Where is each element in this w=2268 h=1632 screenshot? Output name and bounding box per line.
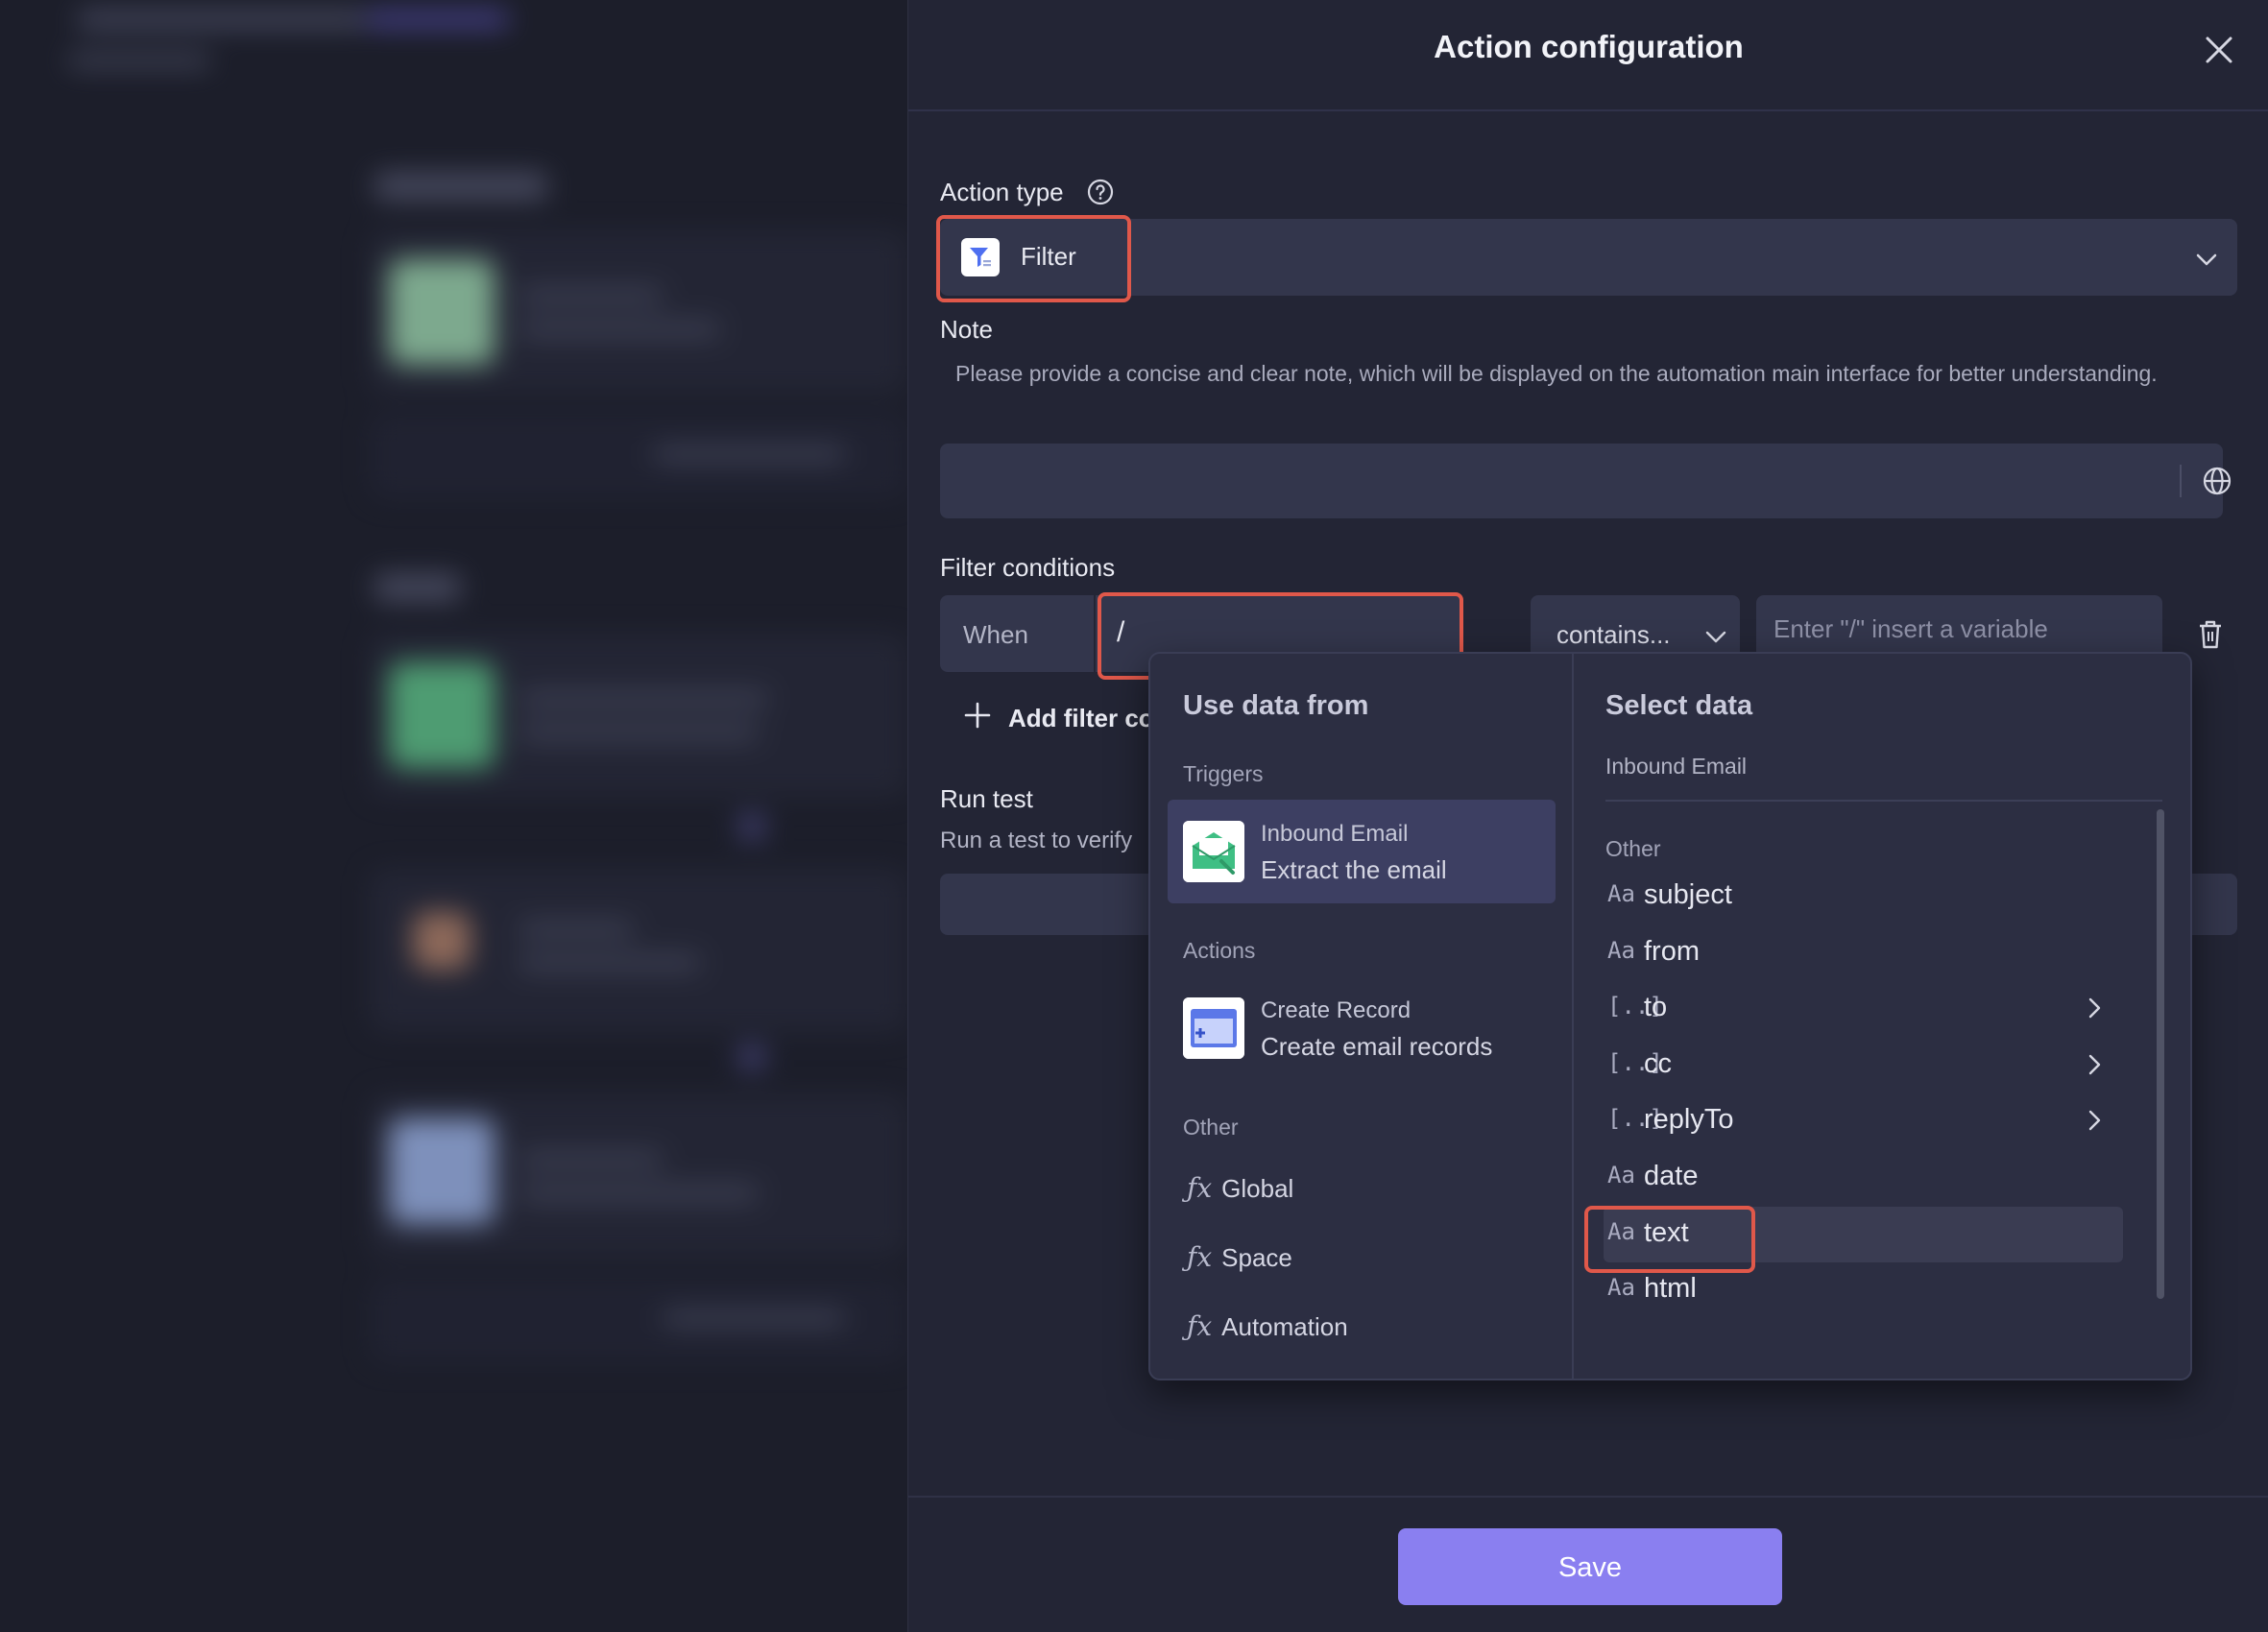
field-replyto[interactable]: [..] replyTo (1604, 1093, 2123, 1149)
note-input-divider (2180, 465, 2182, 497)
add-filter-condition-button[interactable]: Add filter co (1008, 704, 1154, 733)
inbound-email-icon (1183, 821, 1244, 882)
note-hint: Please provide a concise and clear note,… (955, 361, 2158, 386)
source-item-title: Inbound Email (1261, 821, 1409, 847)
function-icon: ƒx (1187, 1310, 1213, 1342)
action-type-select[interactable]: Filter (940, 219, 2237, 296)
triggers-group-label: Triggers (1183, 761, 1264, 786)
when-box: When (940, 595, 1094, 672)
create-record-icon (1183, 997, 1244, 1059)
use-data-from-heading: Use data from (1183, 690, 1369, 721)
plus-icon[interactable] (963, 701, 992, 730)
text-type-icon: Aa (1607, 937, 1635, 964)
other-group-label: Other (1183, 1115, 1239, 1140)
field-subject[interactable]: Aa subject (1604, 869, 2123, 924)
field-text-highlight (1584, 1206, 1755, 1273)
source-item-automation[interactable]: ƒx Automation (1187, 1310, 1348, 1342)
when-label: When (963, 620, 1028, 649)
drawer-header: Action configuration (908, 0, 2268, 111)
footer-divider (908, 1496, 2268, 1498)
run-test-label: Run test (940, 784, 1033, 813)
drawer-title: Action configuration (1434, 29, 1744, 64)
chevron-down-icon (2193, 246, 2220, 273)
chevron-right-icon (2083, 1109, 2106, 1132)
action-type-label: Action type (940, 178, 1064, 206)
source-item-space[interactable]: ƒx Space (1187, 1241, 1292, 1273)
source-item-title: Create Record (1261, 997, 1411, 1023)
automation-canvas-background (0, 0, 907, 1632)
help-circle-icon[interactable] (1087, 179, 1114, 205)
function-icon: ƒx (1187, 1172, 1213, 1204)
filter-conditions-label: Filter conditions (940, 553, 1116, 582)
chevron-right-icon (2083, 996, 2106, 1020)
data-source-column: Use data from Triggers Inbound Email Ext… (1150, 654, 1574, 1379)
run-test-hint: Run a test to verify (940, 828, 1133, 853)
source-item-global[interactable]: ƒx Global (1187, 1172, 1293, 1204)
text-type-icon: Aa (1607, 880, 1635, 907)
note-input[interactable] (940, 444, 2232, 518)
variable-picker-popover: Use data from Triggers Inbound Email Ext… (1148, 652, 2192, 1380)
source-item-subtitle: Create email records (1261, 1032, 1493, 1061)
source-item-create-record[interactable]: Create Record Create email records (1168, 976, 1556, 1080)
filter-value-placeholder: Enter "/" insert a variable (1773, 614, 2048, 643)
note-label: Note (940, 315, 993, 344)
field-list-scrollbar[interactable] (2157, 809, 2164, 1299)
field-to[interactable]: [..] to (1604, 981, 2123, 1037)
close-icon[interactable] (2200, 31, 2238, 69)
save-button[interactable]: Save (1398, 1528, 1782, 1605)
source-item-subtitle: Extract the email (1261, 855, 1447, 884)
trash-icon[interactable] (2195, 618, 2226, 651)
field-from[interactable]: Aa from (1604, 925, 2123, 981)
actions-group-label: Actions (1183, 938, 1256, 963)
operator-value: contains... (1556, 620, 1671, 649)
chevron-right-icon (2083, 1053, 2106, 1076)
text-type-icon: Aa (1607, 1274, 1635, 1301)
source-item-inbound-email[interactable]: Inbound Email Extract the email (1168, 800, 1556, 903)
globe-icon[interactable] (2201, 465, 2233, 497)
field-date[interactable]: Aa date (1604, 1150, 2123, 1206)
field-cc[interactable]: [..] cc (1604, 1038, 2123, 1093)
text-type-icon: Aa (1607, 1162, 1635, 1188)
function-icon: ƒx (1187, 1241, 1213, 1273)
chevron-down-icon (1703, 624, 1728, 649)
action-type-highlight (936, 215, 1131, 302)
